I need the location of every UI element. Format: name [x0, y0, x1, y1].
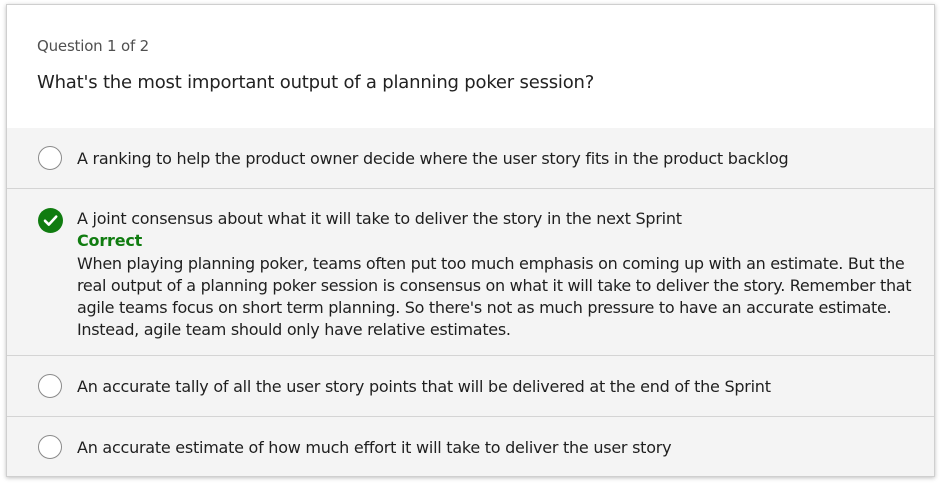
- answer-option-2[interactable]: A joint consensus about what it will tak…: [7, 189, 934, 356]
- radio-circle-icon[interactable]: [38, 146, 62, 170]
- answer-option-3[interactable]: An accurate tally of all the user story …: [7, 356, 934, 417]
- question-title: What's the most important output of a pl…: [37, 72, 595, 93]
- feedback-explanation: When playing planning poker, teams often…: [77, 254, 912, 339]
- answer-option-4[interactable]: An accurate estimate of how much effort …: [7, 417, 934, 476]
- answer-option-label: An accurate tally of all the user story …: [77, 377, 771, 396]
- radio-circle-icon[interactable]: [38, 435, 62, 459]
- feedback-status: Correct: [77, 231, 143, 250]
- answer-option-1[interactable]: A ranking to help the product owner deci…: [7, 128, 934, 189]
- answer-option-label: A joint consensus about what it will tak…: [77, 209, 682, 228]
- answer-option-label: An accurate estimate of how much effort …: [77, 438, 672, 457]
- checkmark-circle-icon[interactable]: [38, 208, 63, 233]
- question-header: Question 1 of 2 What's the most importan…: [7, 5, 934, 129]
- radio-circle-icon[interactable]: [38, 374, 62, 398]
- question-counter: Question 1 of 2: [37, 37, 149, 55]
- quiz-card: Question 1 of 2 What's the most importan…: [6, 4, 935, 477]
- answer-option-label: A ranking to help the product owner deci…: [77, 149, 789, 168]
